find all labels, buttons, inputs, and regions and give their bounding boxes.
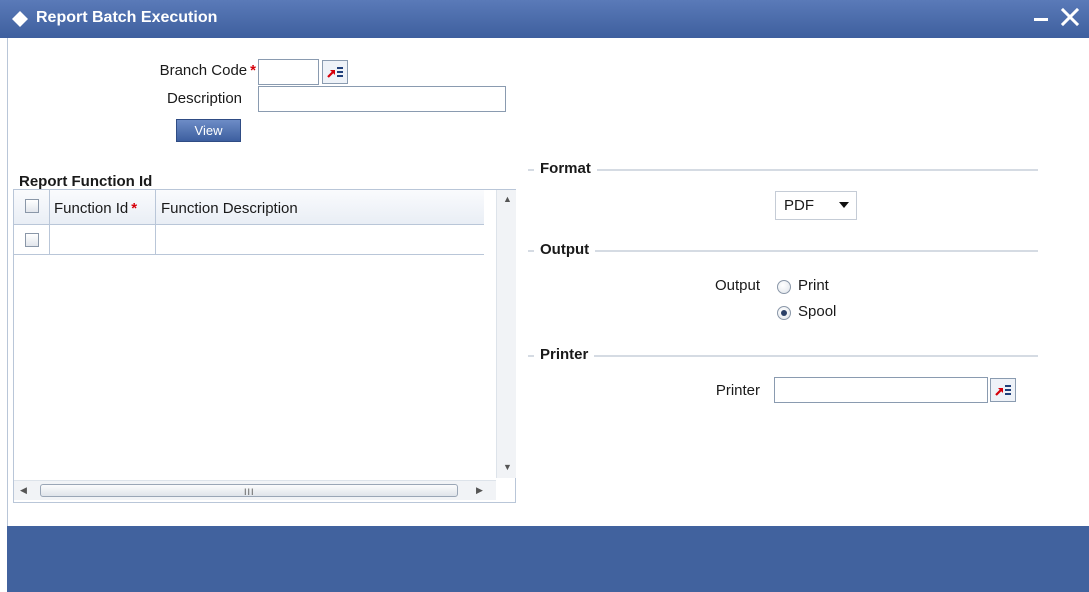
view-button[interactable]: View xyxy=(176,119,241,142)
row-checkbox[interactable] xyxy=(25,233,39,247)
window-titlebar: Report Batch Execution xyxy=(0,0,1089,38)
footer-bar xyxy=(7,526,1089,592)
description-label: Description xyxy=(166,90,242,107)
column-function-description[interactable]: Function Description xyxy=(156,190,484,224)
output-spool-radio[interactable] xyxy=(777,306,791,320)
function-id-cell[interactable] xyxy=(50,225,156,254)
output-print-radio[interactable] xyxy=(777,280,791,294)
report-function-title: Report Function Id xyxy=(19,173,153,190)
grid-header: Function Id * Function Description xyxy=(14,190,484,225)
horizontal-scrollbar[interactable]: ◀ III ▶ xyxy=(14,480,496,500)
vertical-scrollbar[interactable]: ▲ ▼ xyxy=(496,190,516,478)
printer-label: Printer xyxy=(715,382,760,399)
scroll-down-icon[interactable]: ▼ xyxy=(503,462,512,472)
branch-code-input[interactable] xyxy=(258,59,319,85)
output-label: Output xyxy=(714,277,760,294)
printer-divider xyxy=(528,355,1038,357)
close-icon[interactable] xyxy=(1059,6,1081,28)
output-legend: Output xyxy=(534,241,596,258)
minimize-icon[interactable] xyxy=(1032,8,1050,28)
row-select-cell xyxy=(14,225,50,254)
chevron-down-icon xyxy=(839,202,849,208)
output-print-label[interactable]: Print xyxy=(798,277,829,294)
scroll-right-icon[interactable]: ▶ xyxy=(476,485,483,496)
scroll-grip: III xyxy=(244,487,255,497)
branch-code-label: Branch Code * xyxy=(159,62,256,79)
column-function-id[interactable]: Function Id * xyxy=(50,190,156,224)
select-all-cell xyxy=(14,190,50,224)
branch-code-lov-button[interactable] xyxy=(322,60,348,84)
diamond-icon xyxy=(12,11,28,27)
report-function-grid: Function Id * Function Description ▲ ▼ ◀ … xyxy=(13,189,516,503)
output-divider xyxy=(528,250,1038,252)
format-legend: Format xyxy=(534,160,597,177)
list-of-values-icon xyxy=(327,67,343,78)
format-selected-value: PDF xyxy=(784,197,814,214)
function-description-cell[interactable] xyxy=(156,225,484,254)
format-divider xyxy=(528,169,1038,171)
scroll-left-icon[interactable]: ◀ xyxy=(20,485,27,496)
table-row xyxy=(14,225,484,255)
select-all-checkbox[interactable] xyxy=(25,199,39,213)
description-input[interactable] xyxy=(258,86,506,112)
printer-lov-button[interactable] xyxy=(990,378,1016,402)
window-title: Report Batch Execution xyxy=(36,9,218,26)
scroll-up-icon[interactable]: ▲ xyxy=(503,194,512,204)
printer-input[interactable] xyxy=(774,377,988,403)
printer-legend: Printer xyxy=(534,346,595,363)
format-select[interactable]: PDF xyxy=(775,191,857,220)
horizontal-scroll-thumb[interactable]: III xyxy=(40,484,458,497)
output-spool-label[interactable]: Spool xyxy=(798,303,836,320)
list-of-values-icon xyxy=(995,385,1011,396)
required-marker: * xyxy=(250,62,256,79)
